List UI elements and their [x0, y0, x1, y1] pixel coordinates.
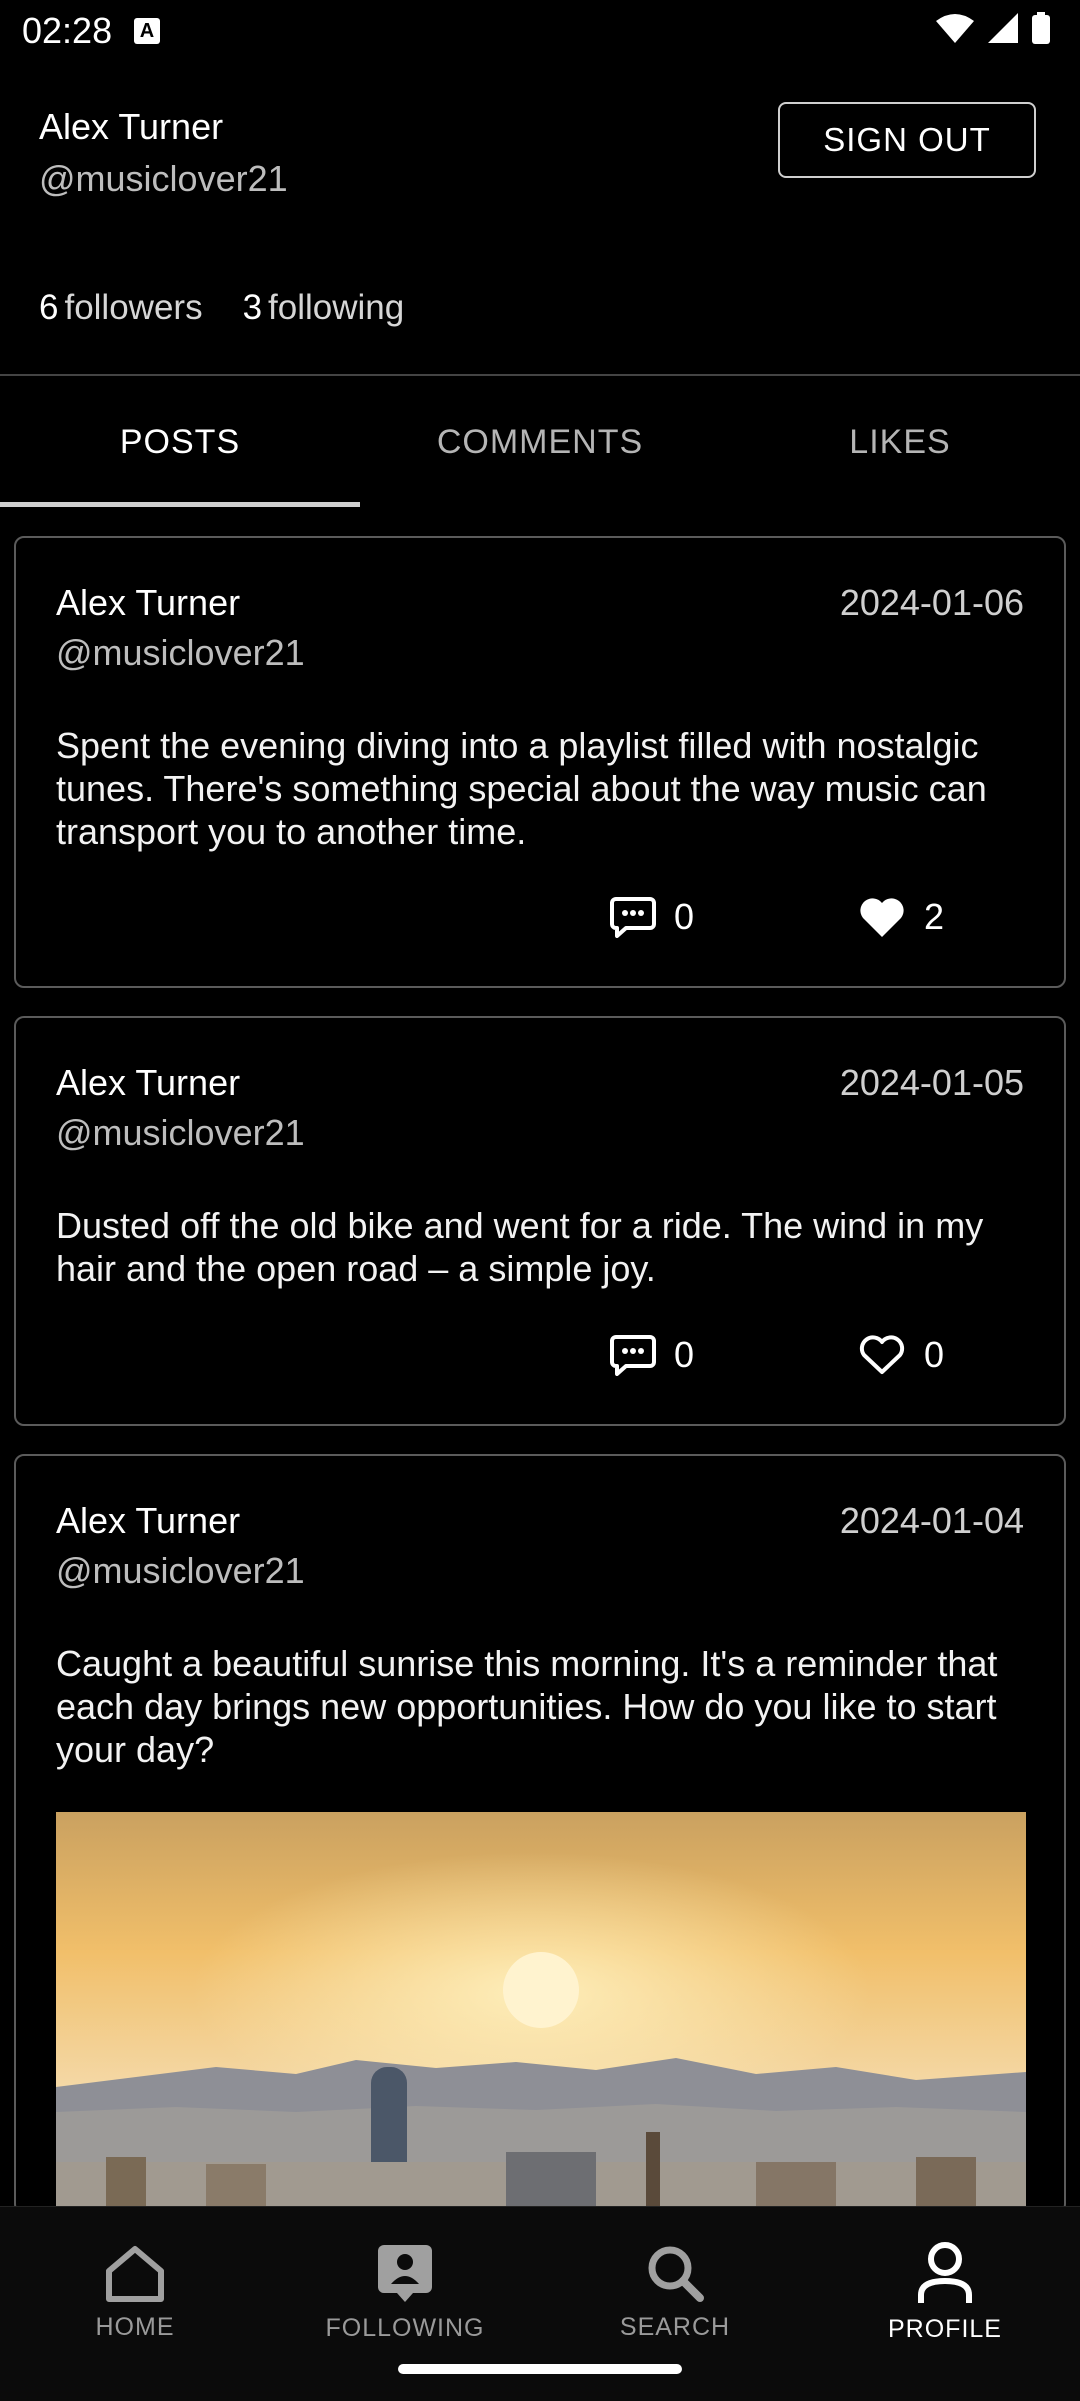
like-button[interactable]: 2 [858, 896, 944, 938]
signal-icon [988, 13, 1018, 43]
post-text: Dusted off the old bike and went for a r… [56, 1205, 984, 1289]
status-icons [936, 12, 1050, 44]
nav-search-label: SEARCH [619, 2312, 731, 2341]
nav-search[interactable]: SEARCH [540, 2207, 810, 2377]
profile-handle: @musiclover21 [39, 158, 288, 199]
followers-link[interactable]: 6 followers [39, 288, 203, 328]
nav-profile-label: PROFILE [888, 2314, 1002, 2343]
post-card[interactable]: Alex Turner 2024-01-05 @musiclover21 Dus… [14, 1016, 1066, 1426]
profile-name: Alex Turner [39, 106, 224, 147]
post-date: 2024-01-06 [839, 582, 1024, 623]
comment-icon [610, 897, 656, 938]
comment-button[interactable]: 0 [610, 1334, 694, 1376]
post-image[interactable] [56, 1812, 1026, 2212]
nav-following[interactable]: FOLLOWING [270, 2207, 540, 2377]
search-icon [648, 2246, 704, 2302]
post-date: 2024-01-05 [839, 1062, 1024, 1103]
nav-following-label: FOLLOWING [325, 2313, 485, 2342]
comment-count: 0 [674, 1334, 695, 1375]
comment-icon [610, 1335, 656, 1376]
heart-filled-icon [860, 898, 904, 937]
following-count: 3 [242, 288, 263, 327]
post-text: Spent the evening diving into a playlist… [56, 725, 987, 852]
post-author: Alex Turner [56, 582, 241, 623]
profile-icon [918, 2241, 972, 2303]
following-label: following [268, 288, 405, 327]
post-handle: @musiclover21 [56, 1112, 305, 1153]
comment-count: 0 [674, 896, 695, 937]
followers-label: followers [64, 288, 203, 327]
tab-comments[interactable]: COMMENTS [360, 376, 720, 508]
home-icon [106, 2245, 164, 2302]
wifi-icon [936, 14, 974, 43]
post-card[interactable]: Alex Turner 2024-01-04 @musiclover21 Cau… [14, 1454, 1066, 2214]
post-handle: @musiclover21 [56, 632, 305, 673]
post-date: 2024-01-04 [839, 1500, 1024, 1541]
nav-profile[interactable]: PROFILE [810, 2207, 1080, 2377]
like-button[interactable]: 0 [858, 1334, 944, 1376]
nav-home[interactable]: HOME [0, 2207, 270, 2377]
heart-outline-icon [859, 1335, 905, 1374]
battery-icon [1032, 12, 1050, 44]
sign-out-button[interactable]: SIGN OUT [778, 102, 1036, 178]
post-author: Alex Turner [56, 1062, 241, 1103]
status-bar: 02:28 A [0, 0, 1080, 64]
notification-a-icon: A [134, 18, 160, 44]
following-link[interactable]: 3 following [243, 288, 405, 328]
status-time: 02:28 [22, 10, 113, 51]
like-count: 0 [924, 1334, 945, 1375]
following-icon [378, 2244, 432, 2302]
like-count: 2 [924, 896, 945, 937]
post-author: Alex Turner [56, 1500, 241, 1541]
post-card[interactable]: Alex Turner 2024-01-06 @musiclover21 Spe… [14, 536, 1066, 988]
tab-posts[interactable]: POSTS [0, 376, 360, 508]
profile-tabs: POSTS COMMENTS LIKES [0, 376, 1080, 508]
profile-header: Alex Turner @musiclover21 SIGN OUT 6 foll… [0, 64, 1080, 374]
active-tab-indicator [0, 502, 360, 507]
tab-likes[interactable]: LIKES [720, 376, 1080, 508]
sunrise-city-image [56, 1812, 1026, 2212]
followers-count: 6 [39, 288, 59, 327]
nav-home-label: HOME [95, 2312, 175, 2341]
post-handle: @musiclover21 [56, 1550, 305, 1591]
home-indicator [398, 2364, 682, 2374]
comment-button[interactable]: 0 [610, 896, 694, 938]
follow-stats: 6 followers 3 following [39, 288, 404, 328]
post-text: Caught a beautiful sunrise this morning.… [56, 1643, 998, 1770]
